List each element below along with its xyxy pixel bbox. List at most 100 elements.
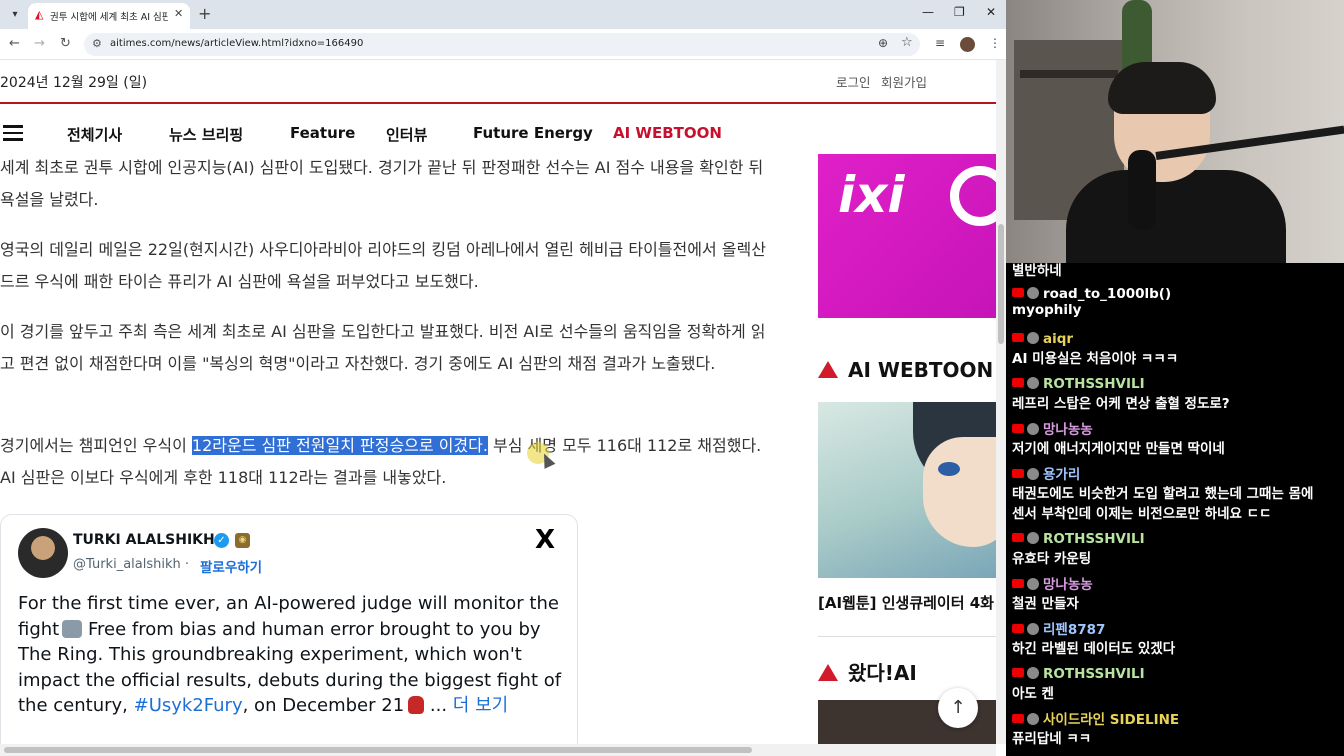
scroll-to-top-button[interactable]: ↑ bbox=[938, 688, 978, 728]
login-link[interactable]: 로그인 bbox=[836, 72, 871, 91]
tweet-text-c: , on December 21 bbox=[242, 695, 405, 716]
chat-username[interactable]: 망나농농 bbox=[1043, 577, 1093, 593]
tweet-avatar[interactable] bbox=[18, 528, 68, 578]
site-favicon-icon: ◭ bbox=[35, 8, 44, 21]
chat-user-row[interactable]: 망나농농 bbox=[1012, 418, 1093, 438]
chat-message-text: 철권 만들자 bbox=[1012, 596, 1079, 612]
chat-message-text: AI 미용실은 처음이야 ㅋㅋㅋ bbox=[1012, 351, 1179, 367]
webtoon-thumbnail[interactable] bbox=[818, 402, 996, 578]
paragraph-4-text-a: 경기에서는 챔피언인 우식이 bbox=[0, 436, 192, 455]
nav-all-articles[interactable]: 전체기사 bbox=[67, 124, 122, 145]
tweet-ellipsis: ... bbox=[424, 695, 453, 716]
chat-username[interactable]: 망나농농 bbox=[1043, 422, 1093, 438]
tweet-text: For the first time ever, an AI-powered j… bbox=[18, 591, 568, 719]
article-paragraph-3: 이 경기를 앞두고 주최 측은 세계 최초로 AI 심판을 도입한다고 발표했다… bbox=[0, 322, 766, 373]
nav-news-briefing[interactable]: 뉴스 브리핑 bbox=[169, 124, 243, 145]
chat-user-row[interactable]: 사이드라인 SIDELINE bbox=[1012, 708, 1179, 728]
vertical-scrollbar[interactable] bbox=[996, 60, 1006, 744]
sidebar-section-new-ai-label: 왔다!AI bbox=[848, 661, 917, 685]
chat-message-text: 퓨리답네 ㅋㅋ bbox=[1012, 731, 1092, 747]
ad-logo-text: ixi bbox=[838, 166, 905, 224]
sidebar-divider bbox=[818, 636, 996, 637]
site-info-icon[interactable]: ⚙ bbox=[92, 37, 102, 50]
tweet-author-name[interactable]: TURKI ALALSHIKH bbox=[73, 532, 215, 548]
back-icon[interactable]: ← bbox=[9, 36, 20, 51]
chat-avatar-icon bbox=[1027, 623, 1039, 635]
chat-username[interactable]: road_to_1000lb() bbox=[1043, 286, 1171, 302]
embedded-tweet[interactable]: TURKI ALALSHIKH ✓ ◉ @Turki_alalshikh · 팔… bbox=[0, 514, 578, 744]
youtube-icon bbox=[1012, 469, 1024, 478]
chat-user-row[interactable]: aiqr bbox=[1012, 328, 1073, 347]
browser-tab-active[interactable]: ◭ 권투 시합에 세계 최초 AI 심판 ✕ bbox=[28, 3, 190, 29]
chat-avatar-icon bbox=[1027, 423, 1039, 435]
reload-icon[interactable]: ↻ bbox=[60, 36, 71, 51]
nav-ai-webtoon[interactable]: AI WEBTOON bbox=[613, 124, 722, 142]
tab-close-icon[interactable]: ✕ bbox=[174, 7, 183, 20]
chat-username[interactable]: ROTHSSHVILI bbox=[1043, 376, 1145, 392]
chat-avatar-icon bbox=[1027, 532, 1039, 544]
youtube-icon bbox=[1012, 668, 1024, 677]
chat-message-text: 아도 켄 bbox=[1012, 686, 1054, 702]
webcam-feed bbox=[1006, 0, 1344, 263]
chat-user-row[interactable]: 리펜8787 bbox=[1012, 618, 1105, 638]
restore-icon[interactable]: ❐ bbox=[954, 5, 965, 19]
address-bar[interactable]: ⚙ aitimes.com/news/articleView.html?idxn… bbox=[84, 33, 920, 56]
horizontal-scroll-thumb[interactable] bbox=[4, 747, 752, 753]
youtube-icon bbox=[1012, 333, 1024, 342]
ad-ring-graphic bbox=[950, 166, 996, 226]
chat-user-row[interactable]: road_to_1000lb() bbox=[1012, 283, 1171, 302]
hamburger-menu-icon[interactable] bbox=[3, 125, 23, 141]
chat-username[interactable]: 용가리 bbox=[1043, 467, 1080, 483]
browser-window: ▾ ◭ 권투 시합에 세계 최초 AI 심판 ✕ + — ❐ ✕ ← → ↻ ⚙… bbox=[0, 0, 1006, 756]
url-text: aitimes.com/news/articleView.html?idxno=… bbox=[110, 38, 364, 49]
affiliation-badge-icon: ◉ bbox=[235, 533, 250, 548]
chat-message-text-cont: 센서 부착인데 이제는 비전으로만 하네요 ㄷㄷ bbox=[1012, 506, 1272, 522]
chat-username[interactable]: aiqr bbox=[1043, 331, 1073, 347]
nav-interview[interactable]: 인터뷰 bbox=[386, 124, 427, 145]
read-more-link[interactable]: 더 보기 bbox=[453, 695, 508, 716]
nav-feature[interactable]: Feature bbox=[290, 124, 355, 142]
selected-text-highlight[interactable]: 12라운드 심판 전원일치 판정승으로 이겼다. bbox=[191, 436, 488, 455]
hashtag-link[interactable]: #Usyk2Fury bbox=[134, 695, 243, 716]
page-date: 2024년 12월 29일 (일) bbox=[0, 75, 148, 91]
chat-user-row[interactable]: ROTHSSHVILI bbox=[1012, 528, 1145, 547]
chat-avatar-icon bbox=[1027, 377, 1039, 389]
webtoon-caption-link[interactable]: [AI웹툰] 인생큐레이터 4화 bbox=[818, 592, 994, 613]
boxing-glove-emoji-icon bbox=[408, 696, 425, 714]
horizontal-scrollbar[interactable] bbox=[0, 744, 996, 756]
chat-username[interactable]: ROTHSSHVILI bbox=[1043, 666, 1145, 682]
vertical-scroll-thumb[interactable] bbox=[998, 224, 1004, 344]
signup-link[interactable]: 회원가입 bbox=[881, 72, 927, 91]
chat-message-text: myophily bbox=[1012, 302, 1082, 318]
article-paragraph-2: 영국의 데일리 메일은 22일(현지시간) 사우디아라비아 리야드의 킹덤 아레… bbox=[0, 240, 766, 291]
chat-user-row[interactable]: ROTHSSHVILI bbox=[1012, 663, 1145, 682]
chat-user-row[interactable]: 용가리 bbox=[1012, 463, 1080, 483]
profile-avatar[interactable] bbox=[960, 37, 975, 52]
tweet-handle[interactable]: @Turki_alalshikh · bbox=[73, 557, 189, 572]
media-control-icon[interactable]: ≡ bbox=[935, 36, 945, 50]
chat-avatar-icon bbox=[1027, 578, 1039, 590]
browser-menu-icon[interactable]: ⋮ bbox=[989, 36, 1001, 50]
minimize-icon[interactable]: — bbox=[922, 5, 934, 19]
tweet-handle-text: @Turki_alalshikh bbox=[73, 557, 181, 572]
ad-banner[interactable]: ixi bbox=[818, 154, 996, 318]
nav-future-energy[interactable]: Future Energy bbox=[473, 124, 593, 142]
forward-icon[interactable]: → bbox=[34, 36, 45, 51]
chat-username[interactable]: 사이드라인 SIDELINE bbox=[1043, 712, 1179, 728]
follow-button[interactable]: 팔로우하기 bbox=[200, 556, 262, 576]
chat-user-row[interactable]: 망나농농 bbox=[1012, 573, 1093, 593]
youtube-icon bbox=[1012, 714, 1024, 723]
x-logo-icon[interactable]: X bbox=[535, 525, 555, 555]
sidebar-section-webtoon[interactable]: AI WEBTOON bbox=[818, 358, 993, 382]
new-tab-icon[interactable]: + bbox=[198, 4, 211, 23]
chat-username[interactable]: ROTHSSHVILI bbox=[1043, 531, 1145, 547]
chat-user-row[interactable]: ROTHSSHVILI bbox=[1012, 373, 1145, 392]
chat-username[interactable]: 리펜8787 bbox=[1043, 622, 1105, 638]
sidebar-section-new-ai[interactable]: 왔다!AI bbox=[818, 657, 917, 686]
tab-search-icon[interactable]: ▾ bbox=[6, 6, 24, 24]
chat-avatar-icon bbox=[1027, 332, 1039, 344]
close-window-icon[interactable]: ✕ bbox=[986, 5, 996, 19]
bookmark-star-icon[interactable]: ☆ bbox=[901, 35, 913, 50]
zoom-icon[interactable]: ⊕ bbox=[878, 36, 888, 50]
chat-message-text: 저기에 애너지게이지만 만들면 딱이네 bbox=[1012, 441, 1225, 457]
